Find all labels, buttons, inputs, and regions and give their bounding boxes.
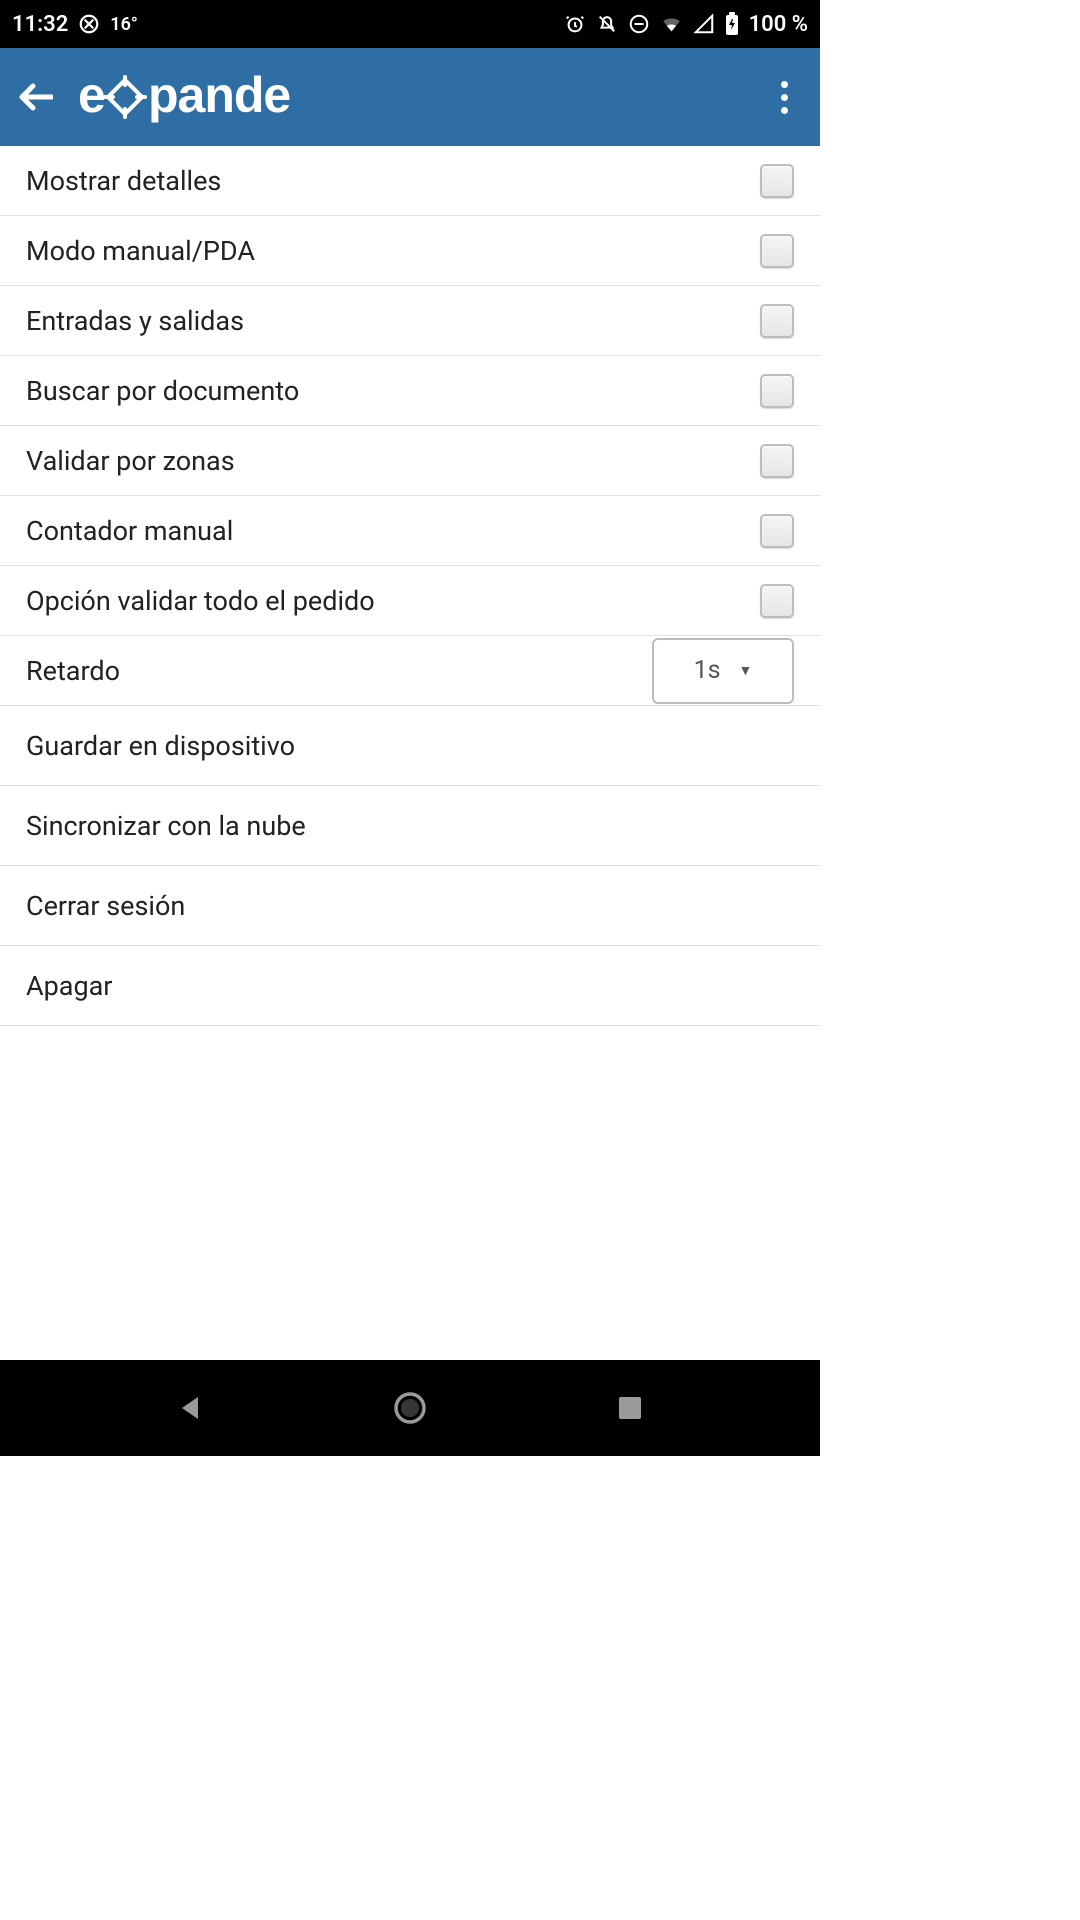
setting-label: Entradas y salidas (26, 305, 760, 337)
checkbox[interactable] (760, 444, 794, 478)
settings-list: Mostrar detalles Modo manual/PDA Entrada… (0, 146, 820, 1026)
status-time: 11:32 (12, 12, 68, 37)
status-right: 100 % (564, 12, 808, 37)
checkbox[interactable] (760, 304, 794, 338)
setting-label: Validar por zonas (26, 445, 760, 477)
svg-text:pande: pande (148, 67, 290, 123)
app-bar: e pande (0, 48, 820, 146)
nav-home-button[interactable] (386, 1384, 434, 1432)
action-label: Apagar (26, 970, 794, 1002)
action-logout[interactable]: Cerrar sesión (0, 866, 820, 946)
setting-search-by-document[interactable]: Buscar por documento (0, 356, 820, 426)
triangle-back-icon (176, 1394, 204, 1422)
cell-signal-icon (693, 13, 715, 35)
status-temperature: 16° (110, 14, 138, 35)
chevron-down-icon: ▼ (739, 662, 753, 679)
action-save-device[interactable]: Guardar en dispositivo (0, 706, 820, 786)
setting-label: Retardo (26, 655, 652, 687)
setting-label: Modo manual/PDA (26, 235, 760, 267)
nav-recent-button[interactable] (606, 1384, 654, 1432)
setting-validate-whole-order[interactable]: Opción validar todo el pedido (0, 566, 820, 636)
checkbox[interactable] (760, 584, 794, 618)
delay-select[interactable]: 1s ▼ (652, 638, 794, 704)
sync-icon (78, 13, 100, 35)
action-shutdown[interactable]: Apagar (0, 946, 820, 1026)
checkbox[interactable] (760, 164, 794, 198)
setting-label: Contador manual (26, 515, 760, 547)
wifi-icon (660, 13, 683, 35)
app-bar-left: e pande (18, 66, 318, 128)
setting-label: Buscar por documento (26, 375, 760, 407)
back-button[interactable] (18, 79, 54, 115)
status-left: 11:32 16° (12, 12, 138, 37)
action-label: Guardar en dispositivo (26, 730, 794, 762)
nav-back-button[interactable] (166, 1384, 214, 1432)
setting-show-details[interactable]: Mostrar detalles (0, 146, 820, 216)
action-label: Cerrar sesión (26, 890, 794, 922)
setting-label: Mostrar detalles (26, 165, 760, 197)
app-logo: e pande (78, 66, 318, 128)
alarm-icon (564, 13, 586, 35)
android-status-bar: 11:32 16° 100 % (0, 0, 820, 48)
checkbox[interactable] (760, 514, 794, 548)
delay-value: 1s (694, 656, 721, 685)
setting-delay: Retardo 1s ▼ (0, 636, 820, 706)
action-label: Sincronizar con la nube (26, 810, 794, 842)
checkbox[interactable] (760, 374, 794, 408)
square-recent-icon (617, 1395, 643, 1421)
checkbox[interactable] (760, 234, 794, 268)
setting-inputs-outputs[interactable]: Entradas y salidas (0, 286, 820, 356)
action-sync-cloud[interactable]: Sincronizar con la nube (0, 786, 820, 866)
dot-icon (781, 81, 788, 88)
dot-icon (781, 107, 788, 114)
notifications-off-icon (596, 13, 618, 35)
setting-manual-mode-pda[interactable]: Modo manual/PDA (0, 216, 820, 286)
do-not-disturb-icon (628, 13, 650, 35)
svg-text:e: e (78, 67, 105, 123)
dot-icon (781, 94, 788, 101)
overflow-menu-button[interactable] (766, 79, 802, 115)
expande-logo-icon: e pande (78, 66, 318, 128)
arrow-left-icon (19, 83, 53, 111)
battery-charging-icon (725, 12, 739, 36)
setting-manual-counter[interactable]: Contador manual (0, 496, 820, 566)
setting-validate-by-zones[interactable]: Validar por zonas (0, 426, 820, 496)
android-nav-bar (0, 1360, 820, 1456)
status-battery-percent: 100 % (749, 12, 808, 37)
circle-home-icon (393, 1391, 427, 1425)
setting-label: Opción validar todo el pedido (26, 585, 760, 617)
